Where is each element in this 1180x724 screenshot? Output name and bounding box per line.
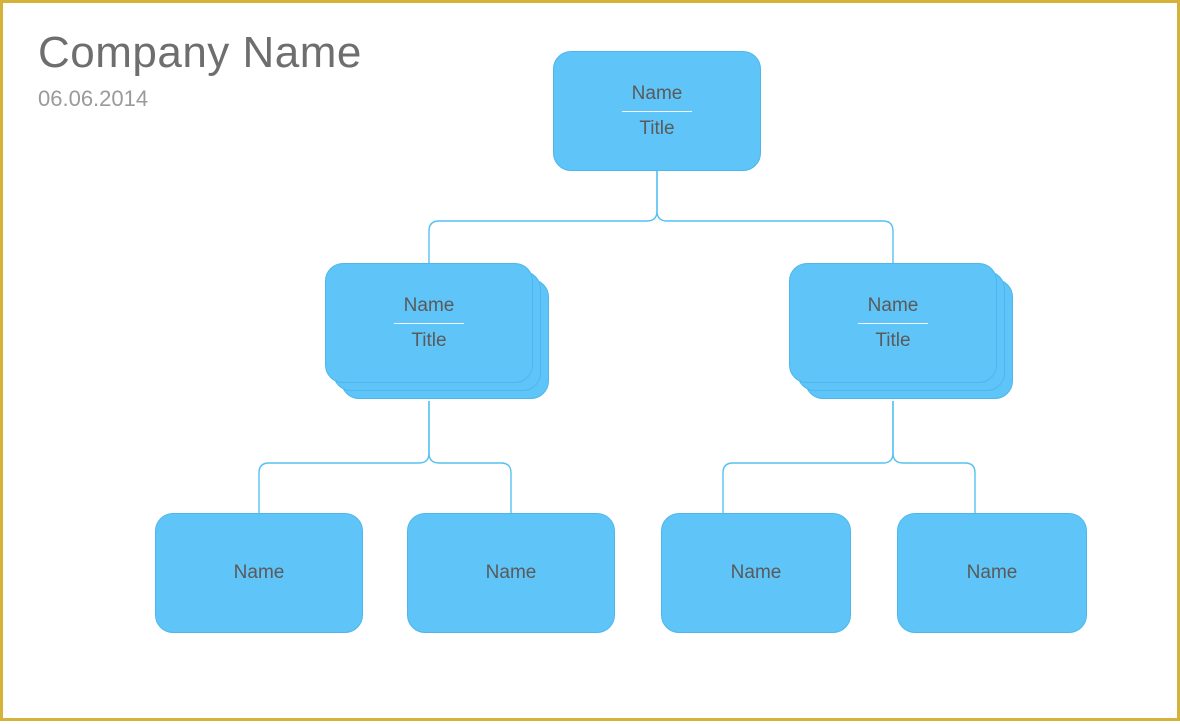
node-name: Name (731, 562, 782, 584)
divider (394, 323, 464, 324)
org-node-l3-3: Name (897, 513, 1087, 633)
org-node-l3-2: Name (661, 513, 851, 633)
org-node-root: Name Title (553, 51, 761, 171)
org-node-l3-0: Name (155, 513, 363, 633)
node-name: Name (486, 562, 537, 584)
node-name: Name (632, 83, 683, 105)
node-title: Title (875, 330, 910, 352)
node-title: Title (639, 118, 674, 140)
company-name: Company Name (38, 28, 362, 78)
divider (622, 111, 692, 112)
org-node-l2-0: Name Title (325, 263, 533, 383)
node-name: Name (234, 562, 285, 584)
node-name: Name (404, 295, 455, 317)
header: Company Name 06.06.2014 (38, 28, 362, 112)
org-node-l3-1: Name (407, 513, 615, 633)
date: 06.06.2014 (38, 86, 362, 112)
divider (858, 323, 928, 324)
org-node-l2-1: Name Title (789, 263, 997, 383)
node-title: Title (411, 330, 446, 352)
node-name: Name (868, 295, 919, 317)
node-name: Name (967, 562, 1018, 584)
